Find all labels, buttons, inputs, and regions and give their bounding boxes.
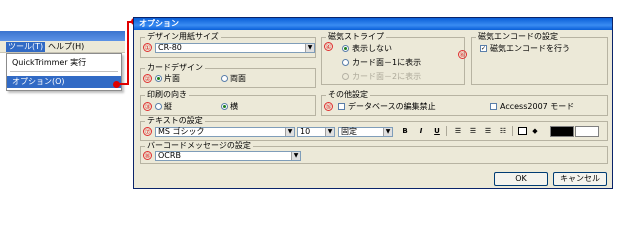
menu-item-quicktrimmer[interactable]: QuickTrimmer 実行 [7,57,121,69]
dialog-titlebar: オプション [134,18,612,30]
border-icon[interactable] [518,127,527,135]
dialog-title: オプション [139,19,179,28]
mag-encode-label: 磁気エンコードを行う [490,44,570,53]
group-text: テキストの設定 ⑦ MS ゴシック ▼ 10 ▼ 固定 ▼ B I U ☰ ☰ … [140,116,608,141]
radio-portrait[interactable] [155,103,162,110]
checkbox-db-edit[interactable] [338,103,345,110]
design-size-value: CR-80 [158,43,182,52]
tools-dropdown: QuickTrimmer 実行 オプション(O) [6,53,122,91]
checkbox-access2007[interactable] [490,103,497,110]
radio-stripe-side2[interactable] [342,73,349,80]
chevron-down-icon: ▼ [325,128,334,136]
radio-double-sided[interactable] [221,75,228,82]
font-size-select[interactable]: 10 ▼ [297,127,335,137]
menu-item-options[interactable]: オプション(O) [7,76,121,88]
back-color-swatch[interactable] [575,126,599,137]
group-text-label: テキストの設定 [145,116,205,126]
group-other: その他設定 ⑤ データベースの編集禁止 Access2007 モード [321,90,608,116]
menu-help[interactable]: ヘルプ(H) [46,42,86,52]
chevron-down-icon: ▼ [383,128,392,136]
group-mag-encode: 磁気エンコードの設定 ⑥ ✓ 磁気エンコードを行う [458,32,608,85]
align-left-icon[interactable]: ☰ [453,126,463,136]
double-sided-label: 両面 [230,74,246,83]
portrait-label: 縦 [164,102,172,111]
toolbar-separator [512,126,513,136]
db-edit-label: データベースの編集禁止 [348,102,436,111]
stripe-side1-label: カード面－1に表示 [352,58,422,67]
menu-tools[interactable]: ツール(T) [6,42,46,52]
menu-separator [10,71,118,72]
pitch-select[interactable]: 固定 ▼ [338,127,393,137]
cancel-button[interactable]: キャンセル [553,172,607,186]
badge-8: ⑧ [143,151,152,160]
radio-stripe-side1[interactable] [342,59,349,66]
group-card-design: カードデザイン ② 片面 両面 [140,63,316,88]
app-titlebar-fragment [0,31,125,41]
badge-4: ④ [324,42,333,51]
chevron-down-icon: ▼ [285,128,294,136]
chevron-down-icon: ▼ [305,44,314,52]
align-center-icon[interactable]: ☰ [468,126,478,136]
group-design-size: デザイン用紙サイズ ① CR-80 ▼ [140,32,316,58]
group-orientation-label: 印刷の向き [145,90,189,100]
bold-button[interactable]: B [400,126,410,136]
font-select[interactable]: MS ゴシック ▼ [155,127,295,137]
single-sided-label: 片面 [164,74,180,83]
group-other-label: その他設定 [326,90,370,100]
toolbar-separator [446,126,447,136]
group-barcode-label: バーコードメッセージの設定 [145,141,253,151]
align-right-icon[interactable]: ☰ [483,126,493,136]
group-design-size-label: デザイン用紙サイズ [145,32,221,42]
landscape-label: 横 [230,102,238,111]
group-barcode: バーコードメッセージの設定 ⑧ OCRB ▼ [140,141,608,164]
stripe-side2-label: カード面－2に表示 [352,72,422,81]
group-mag-stripe-label: 磁気ストライプ [326,32,386,42]
connector-line-vertical [127,21,129,85]
radio-stripe-hide[interactable] [342,45,349,52]
barcode-select[interactable]: OCRB ▼ [155,151,301,161]
badge-5: ⑤ [324,102,333,111]
stripe-hide-label: 表示しない [352,44,392,53]
checkbox-mag-encode[interactable]: ✓ [480,45,487,52]
align-justify-icon[interactable]: ☷ [498,126,508,136]
badge-7: ⑦ [143,127,152,136]
radio-single-sided[interactable] [155,75,162,82]
ok-button[interactable]: OK [494,172,548,186]
group-orientation: 印刷の向き ③ 縦 横 [140,90,316,116]
options-dialog: オプション デザイン用紙サイズ ① CR-80 ▼ カードデザイン ② 片面 両… [133,17,613,189]
menubar: ツール(T) ヘルプ(H) [0,41,125,53]
fill-color-icon[interactable]: ◆ [530,126,540,136]
text-color-swatch[interactable] [550,126,574,137]
pitch-value: 固定 [341,127,357,136]
menu-item-options-label: オプション(O) [12,77,65,86]
radio-landscape[interactable] [221,103,228,110]
font-value: MS ゴシック [158,127,205,136]
font-size-value: 10 [300,127,311,136]
group-mag-encode-label: 磁気エンコードの設定 [476,32,560,42]
badge-2: ② [143,74,152,83]
badge-3: ③ [143,102,152,111]
barcode-value: OCRB [158,151,181,160]
group-card-design-label: カードデザイン [145,63,205,73]
design-size-select[interactable]: CR-80 ▼ [155,43,315,53]
underline-button[interactable]: U [432,126,442,136]
italic-button[interactable]: I [416,126,426,136]
badge-6: ⑥ [458,50,467,59]
group-mag-stripe: 磁気ストライプ ④ 表示しない カード面－1に表示 カード面－2に表示 [321,32,465,85]
access2007-label: Access2007 モード [500,102,575,111]
chevron-down-icon: ▼ [291,152,300,160]
badge-1: ① [143,43,152,52]
